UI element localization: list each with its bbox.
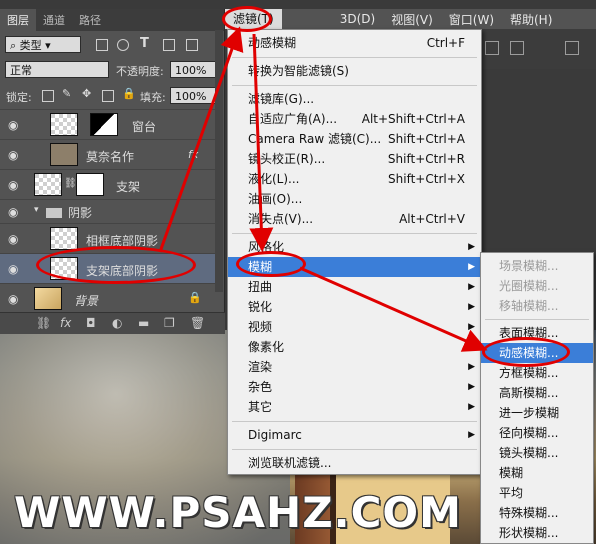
arrow-filter-to-blur [249,33,274,252]
arrow-blur-to-motion [299,266,488,352]
arrow-layer-to-filter [158,26,244,253]
annotation-arrows [158,26,488,352]
